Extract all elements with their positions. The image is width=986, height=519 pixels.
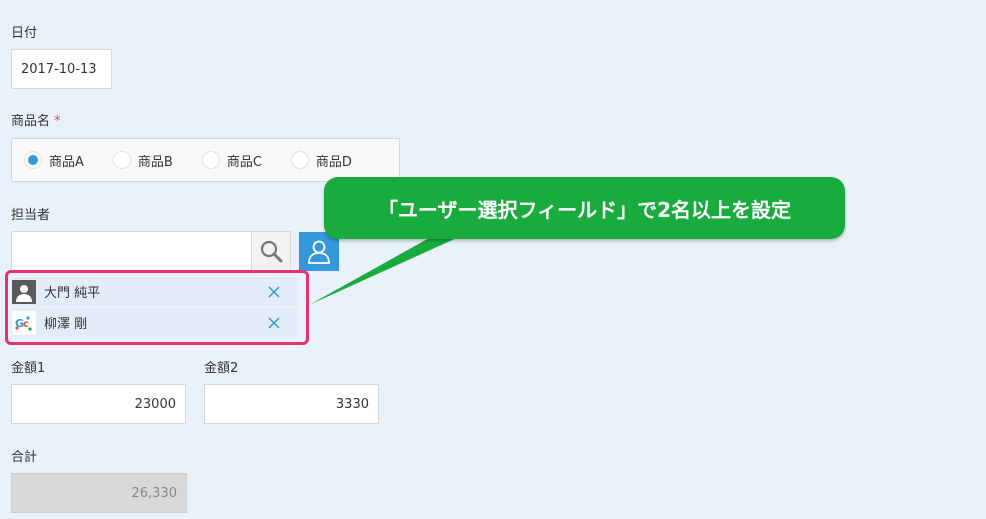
person-icon bbox=[308, 240, 330, 264]
user-search-button[interactable] bbox=[251, 231, 291, 271]
total-label: 合計 bbox=[11, 450, 38, 465]
amount1-label: 金額1 bbox=[11, 361, 46, 376]
radio-option-a[interactable]: 商品A bbox=[24, 151, 84, 170]
date-label: 日付 bbox=[11, 26, 38, 41]
product-label: 商品名 * bbox=[11, 110, 61, 129]
radio-option-label: 商品A bbox=[49, 154, 84, 170]
radio-button[interactable] bbox=[201, 151, 220, 169]
radio-button[interactable] bbox=[112, 151, 131, 169]
amount1-value: 23000 bbox=[134, 396, 176, 412]
remove-user-icon[interactable] bbox=[266, 284, 282, 300]
assignee-label: 担当者 bbox=[11, 208, 51, 223]
radio-button[interactable] bbox=[290, 151, 309, 169]
amount2-label: 金額2 bbox=[204, 361, 239, 376]
search-icon bbox=[260, 240, 283, 263]
total-value: 26,330 bbox=[131, 485, 178, 501]
date-value: 2017-10-13 bbox=[21, 61, 97, 77]
svg-text:c: c bbox=[23, 319, 29, 330]
product-label-text: 商品名 bbox=[11, 114, 51, 129]
required-mark: * bbox=[54, 114, 61, 129]
logo-icon: G c bbox=[12, 310, 36, 335]
user-name: 柳澤 剛 bbox=[44, 317, 88, 332]
annotation-callout: 「ユーザー選択フィールド」で2名以上を設定 bbox=[324, 177, 845, 239]
total-field: 26,330 bbox=[11, 473, 187, 513]
radio-button-checked[interactable] bbox=[24, 151, 42, 169]
user-name: 大門 純平 bbox=[44, 286, 101, 301]
radio-option-label: 商品D bbox=[315, 154, 352, 170]
selected-user-item: 大門 純平 bbox=[11, 277, 298, 306]
selected-user-item: G c 柳澤 剛 bbox=[11, 308, 298, 337]
amount2-value: 3330 bbox=[335, 396, 369, 412]
radio-option-b[interactable]: 商品B bbox=[112, 151, 173, 170]
person-silhouette-icon bbox=[12, 279, 36, 304]
radio-option-c[interactable]: 商品C bbox=[201, 151, 262, 170]
date-input[interactable]: 2017-10-13 bbox=[11, 49, 112, 89]
product-radio-group: 商品A 商品B 商品C 商品D bbox=[11, 138, 400, 182]
radio-option-label: 商品C bbox=[226, 154, 262, 170]
amount2-input[interactable]: 3330 bbox=[204, 384, 379, 424]
radio-option-d[interactable]: 商品D bbox=[290, 151, 352, 170]
user-search-input[interactable] bbox=[11, 231, 252, 271]
selected-users-list: 大門 純平 G c 柳澤 剛 bbox=[5, 270, 309, 345]
radio-option-label: 商品B bbox=[137, 154, 173, 170]
amount1-input[interactable]: 23000 bbox=[11, 384, 186, 424]
remove-user-icon[interactable] bbox=[266, 315, 282, 331]
callout-text: 「ユーザー選択フィールド」で2名以上を設定 bbox=[377, 197, 792, 222]
